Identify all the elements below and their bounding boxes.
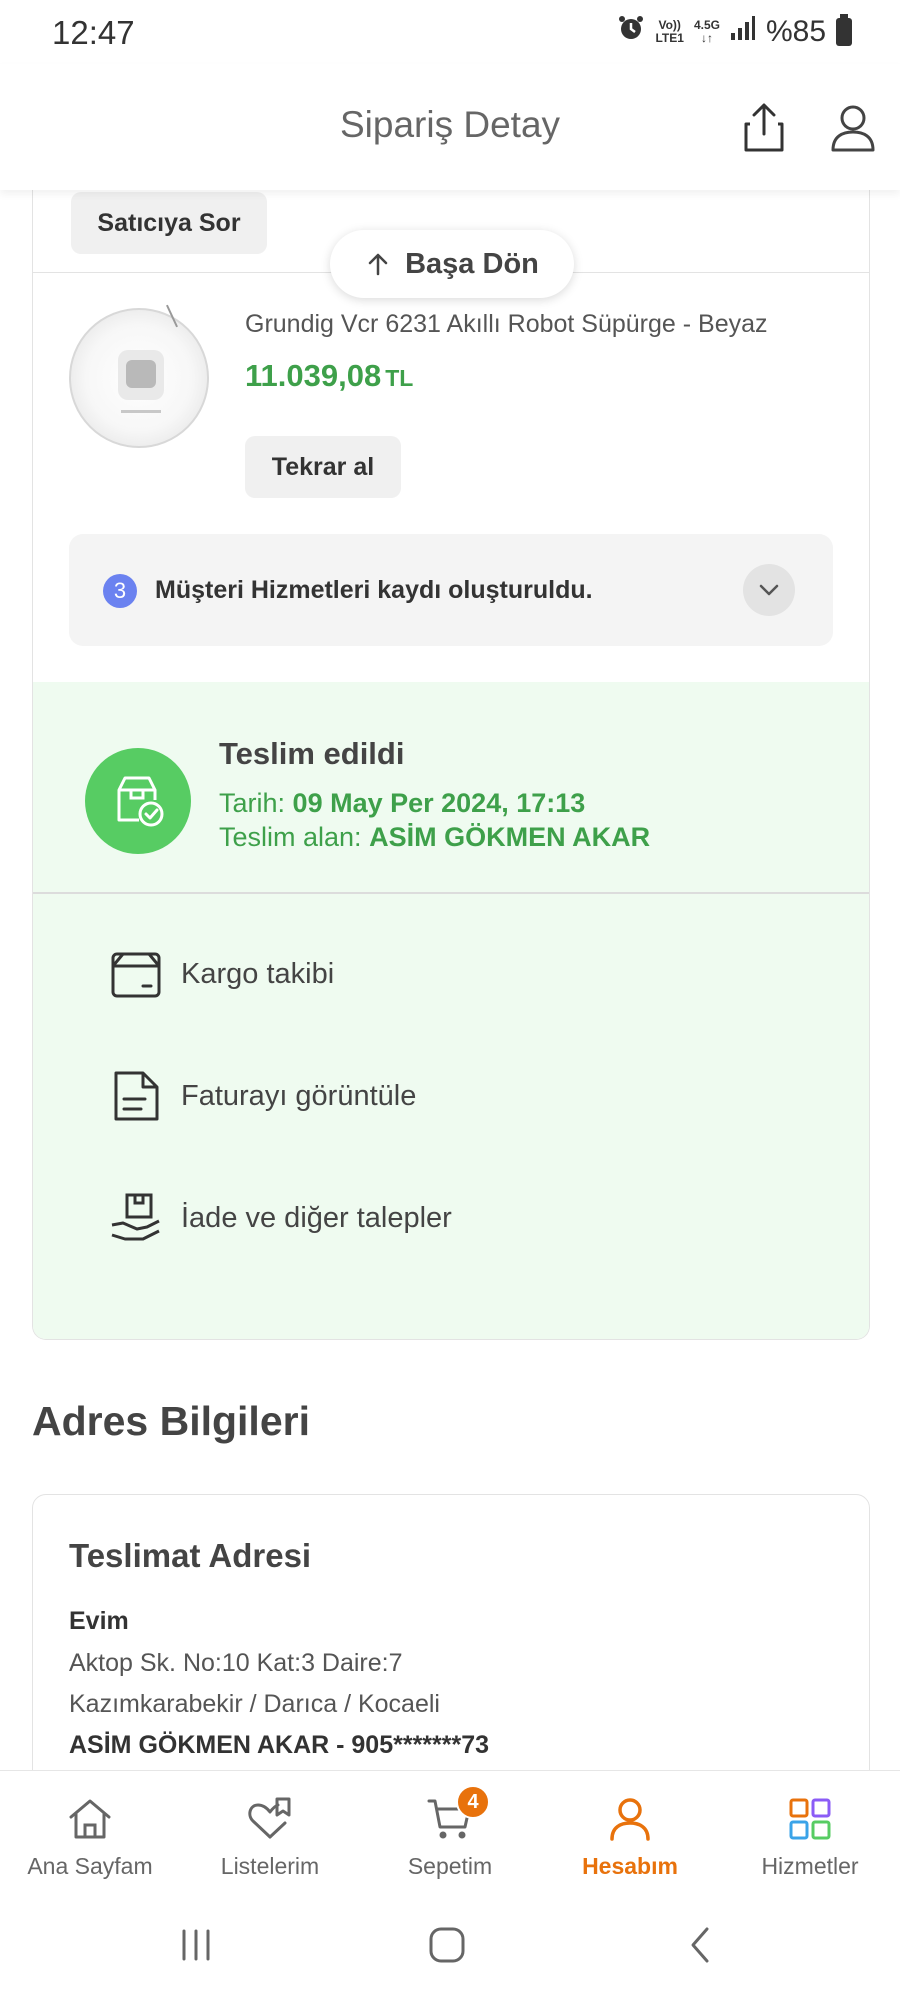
nav-lists[interactable]: Listelerim — [180, 1771, 360, 1891]
share-icon — [744, 103, 784, 152]
home-square-icon — [429, 1927, 465, 1963]
address-line-2: Kazımkarabekir / Darıca / Kocaeli — [69, 1690, 440, 1718]
delivery-date: Tarih: 09 May Per 2024, 17:13 — [219, 788, 585, 819]
cs-text: Müşteri Hizmetleri kaydı oluşturuldu. — [155, 576, 593, 604]
nav-services-label: Hizmetler — [761, 1853, 859, 1879]
order-card: Satıcıya Sor Grundig Vcr 6231 Akıllı Rob… — [32, 190, 870, 1340]
battery-percent: %85 — [765, 15, 826, 48]
nav-cart-label: Sepetim — [407, 1853, 493, 1879]
price-value: 11.039,08 — [245, 358, 382, 393]
delivery-receiver-value: ASİM GÖKMEN AKAR — [369, 822, 651, 852]
return-requests-label: İade ve diğer talepler — [181, 1201, 452, 1234]
account-icon — [606, 1795, 654, 1843]
cargo-tracking-action[interactable]: Kargo takibi — [109, 944, 334, 1004]
address-name: Evim — [69, 1607, 129, 1635]
expand-button[interactable] — [743, 564, 795, 616]
recent-apps-icon — [182, 1929, 210, 1961]
nav-account[interactable]: Hesabım — [540, 1771, 720, 1891]
address-person: ASİM GÖKMEN AKAR - 905*******73 — [69, 1731, 490, 1759]
home-button[interactable] — [424, 1920, 470, 1970]
view-invoice-action[interactable]: Faturayı görüntüle — [109, 1066, 416, 1126]
product-name[interactable]: Grundig Vcr 6231 Akıllı Robot Süpürge - … — [245, 310, 768, 339]
share-button[interactable] — [740, 102, 788, 154]
cs-count-badge: 3 — [103, 574, 137, 608]
bottom-nav: Ana Sayfam Listelerim 4 Sepetim Hesabım … — [0, 1770, 900, 1890]
services-icon — [786, 1795, 834, 1843]
data-type-indicator: 4.5G ↓↑ — [694, 19, 720, 45]
address-card-title: Teslimat Adresi — [69, 1537, 312, 1574]
profile-button[interactable] — [828, 102, 878, 154]
back-to-top-label: Başa Dön — [405, 247, 539, 280]
network-indicator: Vo)) LTE1 — [655, 19, 683, 45]
system-nav-bar — [0, 1890, 900, 2000]
alarm-icon — [617, 14, 645, 50]
home-icon — [66, 1795, 114, 1843]
box-icon — [109, 946, 163, 1002]
delivery-receiver-label: Teslim alan: — [219, 822, 362, 852]
chevron-down-icon — [759, 584, 779, 596]
nav-account-label: Hesabım — [582, 1853, 678, 1879]
address-heading: Adres Bilgileri — [32, 1398, 310, 1444]
network-bottom-label: LTE1 — [655, 31, 684, 45]
signal-icon — [730, 15, 756, 49]
back-to-top-button[interactable]: Başa Dön — [330, 230, 574, 298]
nav-cart[interactable]: 4 Sepetim — [360, 1771, 540, 1891]
back-chevron-icon — [691, 1927, 709, 1963]
product-image[interactable] — [69, 304, 209, 448]
product-image-detail — [166, 304, 178, 328]
ask-seller-button[interactable]: Satıcıya Sor — [71, 192, 267, 254]
delivery-date-value: 09 May Per 2024, 17:13 — [292, 788, 586, 818]
delivery-receiver: Teslim alan: ASİM GÖKMEN AKAR — [219, 822, 650, 853]
product-price: 11.039,08 TL — [245, 358, 413, 394]
cargo-tracking-label: Kargo takibi — [181, 957, 335, 990]
nav-services[interactable]: Hizmetler — [720, 1771, 900, 1891]
nav-lists-label: Listelerim — [220, 1853, 320, 1879]
app-header: Sipariş Detay — [0, 64, 900, 190]
return-icon — [109, 1190, 163, 1246]
battery-icon — [836, 14, 852, 46]
status-time: 12:47 — [52, 14, 135, 51]
list-heart-icon — [246, 1795, 294, 1843]
product-image-detail — [118, 350, 164, 400]
profile-icon — [831, 105, 875, 152]
customer-service-row[interactable]: 3 Müşteri Hizmetleri kaydı oluşturuldu. — [69, 534, 833, 646]
status-icons: Vo)) LTE1 4.5G ↓↑ %85 — [617, 14, 852, 50]
divider — [33, 892, 869, 894]
arrow-up-icon — [365, 251, 391, 277]
back-button[interactable] — [680, 1920, 720, 1970]
view-invoice-label: Faturayı görüntüle — [181, 1079, 417, 1112]
delivery-status: Teslim edildi — [219, 736, 405, 771]
status-bar: 12:47 Vo)) LTE1 4.5G ↓↑ %85 — [0, 0, 900, 64]
nav-home[interactable]: Ana Sayfam — [0, 1771, 180, 1891]
cart-count-badge: 4 — [456, 1785, 490, 1819]
address-line-1: Aktop Sk. No:10 Kat:3 Daire:7 — [69, 1649, 403, 1677]
delivery-date-label: Tarih: — [219, 788, 286, 818]
delivered-box-icon — [117, 776, 164, 827]
cart-icon: 4 — [426, 1785, 490, 1843]
delivered-icon-circle — [85, 748, 191, 854]
nav-home-label: Ana Sayfam — [27, 1853, 153, 1879]
product-image-detail — [121, 410, 161, 413]
data-arrows-icon: ↓↑ — [700, 31, 713, 45]
delivery-section: Teslim edildi Tarih: 09 May Per 2024, 17… — [33, 682, 869, 1339]
price-currency: TL — [385, 365, 414, 391]
delivery-address-card: Teslimat Adresi Evim Aktop Sk. No:10 Kat… — [32, 1494, 870, 1814]
recent-apps-button[interactable] — [176, 1920, 216, 1970]
invoice-icon — [109, 1068, 163, 1124]
return-requests-action[interactable]: İade ve diğer talepler — [109, 1188, 452, 1248]
rebuy-button[interactable]: Tekrar al — [245, 436, 401, 498]
